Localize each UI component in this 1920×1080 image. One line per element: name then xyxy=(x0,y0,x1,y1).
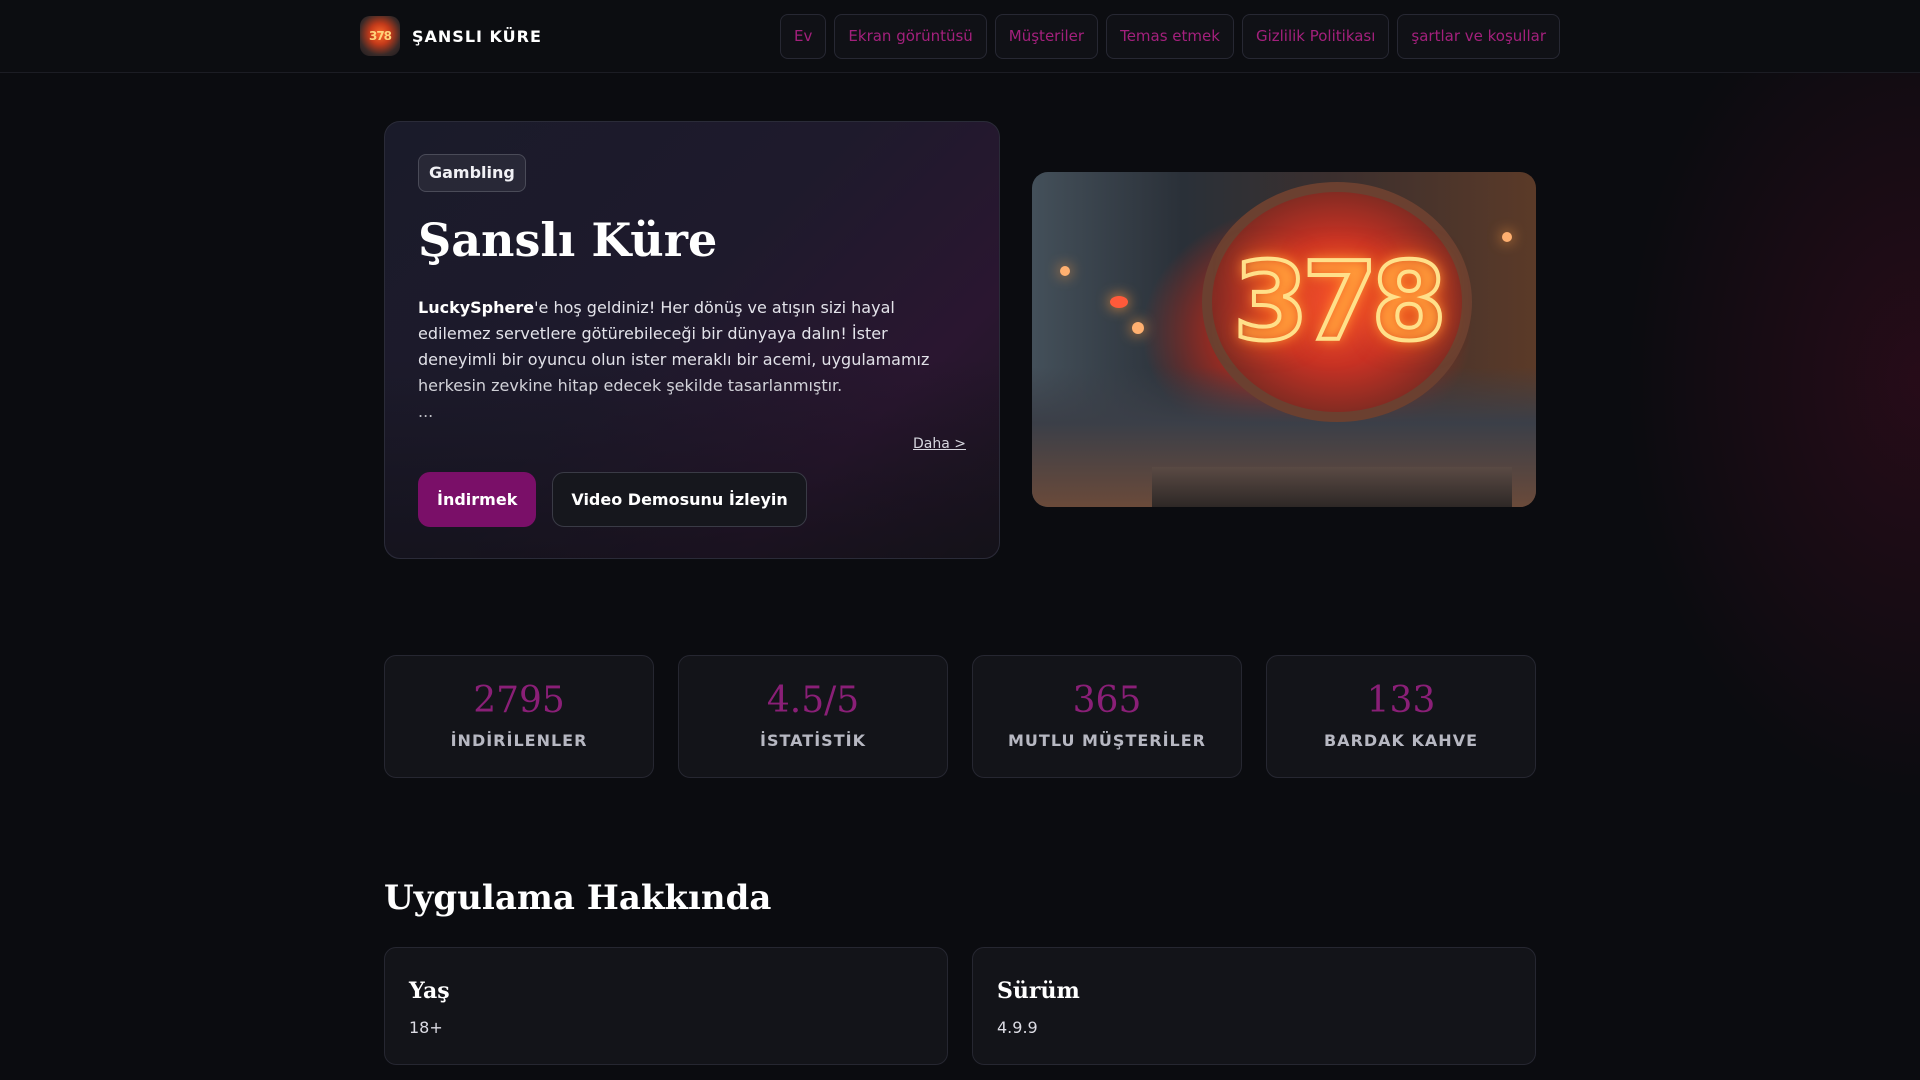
download-button[interactable]: İndirmek xyxy=(418,472,537,527)
info-card-title: Sürüm xyxy=(997,978,1080,1004)
info-card-value: 4.9.9 xyxy=(997,1018,1038,1037)
nav-item-home[interactable]: Ev xyxy=(780,14,827,59)
stat-label: İSTATİSTİK xyxy=(760,731,866,750)
main-nav: Ev Ekran görüntüsü Müşteriler Temas etme… xyxy=(780,14,1560,59)
category-tag: Gambling xyxy=(418,154,526,192)
stat-card-rating: 4.5/5 İSTATİSTİK xyxy=(678,655,948,778)
hero-card: Gambling Şanslı Küre LuckySphere'e hoş g… xyxy=(384,121,1000,559)
stat-value: 4.5/5 xyxy=(766,680,860,721)
stat-value: 133 xyxy=(1366,680,1436,721)
nav-item-screenshot[interactable]: Ekran görüntüsü xyxy=(834,14,987,59)
nav-item-contact[interactable]: Temas etmek xyxy=(1106,14,1234,59)
stat-card-downloads: 2795 İNDİRİLENLER xyxy=(384,655,654,778)
hero-buttons: İndirmek Video Demosunu İzleyin xyxy=(418,472,807,527)
hero-description-brand: LuckySphere xyxy=(418,297,535,317)
hero-image-sign-base xyxy=(1152,467,1512,507)
app-logo: 378 xyxy=(360,16,400,56)
app-logo-text: 378 xyxy=(368,29,392,43)
info-card-title: Yaş xyxy=(409,978,450,1004)
hero-image-light xyxy=(1502,232,1512,242)
info-card-age: Yaş 18+ xyxy=(384,947,948,1065)
stat-card-happy-customers: 365 MUTLU MÜŞTERİLER xyxy=(972,655,1242,778)
stat-value: 2795 xyxy=(473,680,565,721)
brand-name: ŞANSLI KÜRE xyxy=(412,26,542,46)
stat-label: BARDAK KAHVE xyxy=(1323,731,1478,750)
stat-label: MUTLU MÜŞTERİLER xyxy=(1007,731,1206,750)
stat-label: İNDİRİLENLER xyxy=(450,731,588,750)
more-link[interactable]: Daha > xyxy=(913,436,966,452)
hero-image-light xyxy=(1110,296,1128,308)
brand[interactable]: 378 ŞANSLI KÜRE xyxy=(360,16,542,56)
nav-item-terms[interactable]: şartlar ve koşullar xyxy=(1397,14,1560,59)
info-card-value: 18+ xyxy=(409,1018,443,1037)
info-card-version: Sürüm 4.9.9 xyxy=(972,947,1536,1065)
hero-image-light xyxy=(1060,266,1070,276)
nav-item-privacy[interactable]: Gizlilik Politikası xyxy=(1241,14,1390,59)
nav-item-customers[interactable]: Müşteriler xyxy=(994,14,1099,59)
hero-title: Şanslı Küre xyxy=(418,213,718,267)
hero-ellipsis: ... xyxy=(418,401,434,421)
stat-value: 365 xyxy=(1072,680,1142,721)
hero-image-light xyxy=(1132,322,1144,334)
hero-image: 378 xyxy=(1032,172,1536,507)
neon-sign: 378 xyxy=(1202,182,1472,422)
neon-sign-number: 378 xyxy=(1231,238,1448,367)
about-section-title: Uygulama Hakkında xyxy=(384,878,772,918)
hero-description: LuckySphere'e hoş geldiniz! Her dönüş ve… xyxy=(418,295,938,399)
top-bar: 378 ŞANSLI KÜRE Ev Ekran görüntüsü Müşte… xyxy=(0,0,1920,73)
stat-card-coffee: 133 BARDAK KAHVE xyxy=(1266,655,1536,778)
watch-demo-button[interactable]: Video Demosunu İzleyin xyxy=(552,472,807,527)
